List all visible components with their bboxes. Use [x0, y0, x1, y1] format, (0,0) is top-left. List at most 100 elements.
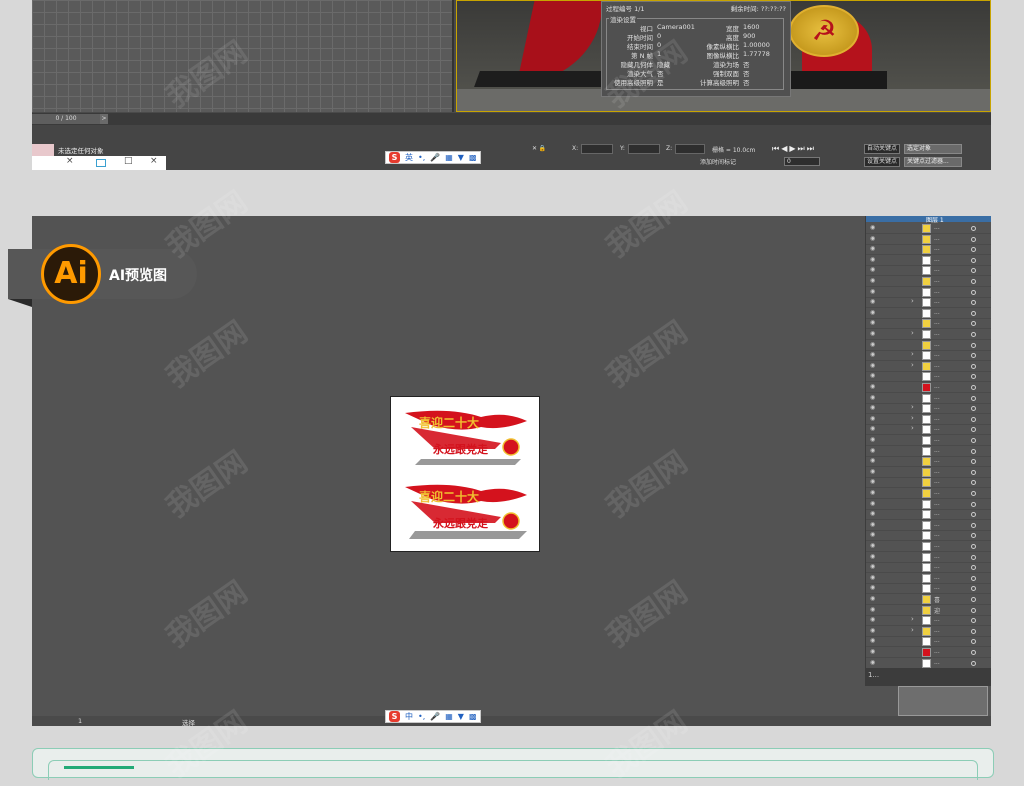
eye-icon[interactable]: ◉ [870, 224, 875, 231]
target-icon[interactable] [971, 395, 976, 401]
target-icon[interactable] [971, 247, 976, 253]
taskbar-thumbnails[interactable]: × □ × [32, 156, 166, 170]
target-icon[interactable] [971, 416, 976, 422]
eye-icon[interactable]: ◉ [870, 425, 875, 432]
eye-icon[interactable]: ◉ [870, 245, 875, 252]
camera-viewport[interactable]: ☭ 过程编号 1/1 剩余时间: ??:??:?? 渲染设置 视口 Camera0… [456, 0, 991, 112]
tools-icon[interactable]: ▩ [469, 153, 477, 162]
target-icon[interactable] [971, 226, 976, 231]
layer-row[interactable]: ◉... [866, 340, 991, 351]
target-icon[interactable] [971, 522, 976, 528]
auto-key-button[interactable]: 自动关键点 [864, 144, 900, 154]
eye-icon[interactable]: ◉ [870, 606, 875, 613]
layer-row[interactable]: ◉... [866, 477, 991, 489]
eye-icon[interactable]: ◉ [870, 404, 875, 411]
eye-icon[interactable]: ◉ [870, 383, 875, 390]
time-slider[interactable]: 0 / 100 > [32, 113, 991, 125]
target-icon[interactable] [971, 342, 976, 348]
target-icon[interactable] [971, 469, 976, 475]
eye-icon[interactable]: ◉ [870, 595, 875, 602]
target-icon[interactable] [971, 427, 976, 433]
coord-x-field[interactable] [581, 144, 613, 154]
target-icon[interactable] [971, 512, 976, 518]
layer-row[interactable]: ◉ ›... [866, 361, 991, 372]
eye-icon[interactable]: ◉ [870, 500, 875, 507]
eye-icon[interactable]: ◉ [870, 637, 875, 644]
target-icon[interactable] [971, 639, 976, 645]
layer-row[interactable]: ◉... [866, 265, 991, 277]
target-icon[interactable] [971, 353, 976, 359]
set-key-button[interactable]: 设置关键点 [864, 157, 900, 167]
layer-row[interactable]: ◉... [866, 287, 991, 298]
eye-icon[interactable]: ◉ [870, 266, 875, 273]
punctuation-icon[interactable]: •, [418, 712, 425, 721]
layers-panel[interactable]: 图层 1 ◉... ◉... ◉... ◉... ◉... ◉... ◉... ◉ ›... ◉.… [865, 216, 991, 686]
target-icon[interactable] [971, 607, 976, 613]
expand-icon[interactable]: › [911, 350, 914, 358]
target-icon[interactable] [971, 459, 976, 465]
eye-icon[interactable]: ◉ [870, 330, 875, 337]
eye-icon[interactable]: ◉ [870, 659, 875, 666]
artboard[interactable]: 喜迎二十大 永远跟党走 喜迎二十大 永远跟党走 [390, 396, 540, 552]
eye-icon[interactable]: ◉ [870, 351, 875, 358]
ime-toolbar-bottom[interactable]: S 中 •, 🎤 ▦ ▼ ▩ [385, 710, 481, 723]
layer-row[interactable]: ◉ ›... [866, 403, 991, 415]
eye-icon[interactable]: ◉ [870, 457, 875, 464]
layer-row[interactable]: ◉... [866, 446, 991, 457]
eye-icon[interactable]: ◉ [870, 436, 875, 443]
layer-row[interactable]: ◉... [866, 562, 991, 574]
expand-icon[interactable]: › [911, 424, 914, 432]
mic-icon[interactable]: 🎤 [430, 153, 440, 162]
eye-icon[interactable]: ◉ [870, 362, 875, 369]
layer-row[interactable]: ◉... [866, 308, 991, 319]
eye-icon[interactable]: ◉ [870, 235, 875, 242]
layer-row[interactable]: ◉... [866, 541, 991, 552]
target-icon[interactable] [971, 565, 976, 571]
layer-row[interactable]: ◉... [866, 530, 991, 542]
add-time-tag-button[interactable]: 添加时间标记 [700, 157, 736, 166]
target-icon[interactable] [971, 332, 976, 337]
layer-row[interactable]: ◉... [866, 520, 991, 531]
target-icon[interactable] [971, 289, 976, 295]
eye-icon[interactable]: ◉ [870, 288, 875, 295]
layer-row[interactable]: ◉ ›... [866, 329, 991, 340]
eye-icon[interactable]: ◉ [870, 478, 875, 485]
eye-icon[interactable]: ◉ [870, 256, 875, 263]
current-frame-field[interactable]: 0 [784, 157, 820, 166]
coord-y-field[interactable] [628, 144, 660, 154]
punctuation-icon[interactable]: •, [418, 153, 425, 162]
layer-row[interactable]: ◉... [866, 488, 991, 499]
close-icon[interactable]: × [66, 156, 74, 166]
eye-icon[interactable]: ◉ [870, 298, 875, 305]
target-icon[interactable] [971, 406, 976, 412]
layer-row[interactable]: ◉ 迎 [866, 605, 991, 616]
expand-icon[interactable]: › [911, 414, 914, 422]
eye-icon[interactable]: ◉ [870, 341, 875, 348]
layer-row[interactable]: ◉... [866, 583, 991, 595]
layer-row[interactable]: ◉... [866, 382, 991, 393]
expand-icon[interactable]: › [911, 615, 914, 623]
layer-row[interactable]: ◉ ›... [866, 626, 991, 637]
layer-row[interactable]: ◉... [866, 647, 991, 658]
eye-icon[interactable]: ◉ [870, 510, 875, 517]
eye-icon[interactable]: ◉ [870, 415, 875, 422]
target-icon[interactable] [971, 300, 976, 306]
eye-icon[interactable]: ◉ [870, 277, 875, 284]
layer-row[interactable]: ◉... [866, 658, 991, 669]
layer-row[interactable]: ◉ ›... [866, 424, 991, 436]
expand-icon[interactable]: › [911, 403, 914, 411]
eye-icon[interactable]: ◉ [870, 627, 875, 634]
layer-row[interactable]: ◉... [866, 435, 991, 446]
eye-icon[interactable]: ◉ [870, 616, 875, 623]
coord-z-field[interactable] [675, 144, 705, 154]
target-icon[interactable] [971, 628, 976, 634]
close-icon[interactable]: × [150, 156, 158, 166]
keyboard-icon[interactable]: ▦ [445, 712, 453, 721]
selected-object-dropdown[interactable]: 选定对象 [904, 144, 962, 154]
target-icon[interactable] [971, 448, 976, 454]
layer-row[interactable]: ◉... [866, 255, 991, 266]
lock-icon[interactable]: ✕ 🔒 [532, 145, 546, 152]
eye-icon[interactable]: ◉ [870, 563, 875, 570]
eye-icon[interactable]: ◉ [870, 553, 875, 560]
time-slider-next-button[interactable]: > [100, 114, 108, 124]
